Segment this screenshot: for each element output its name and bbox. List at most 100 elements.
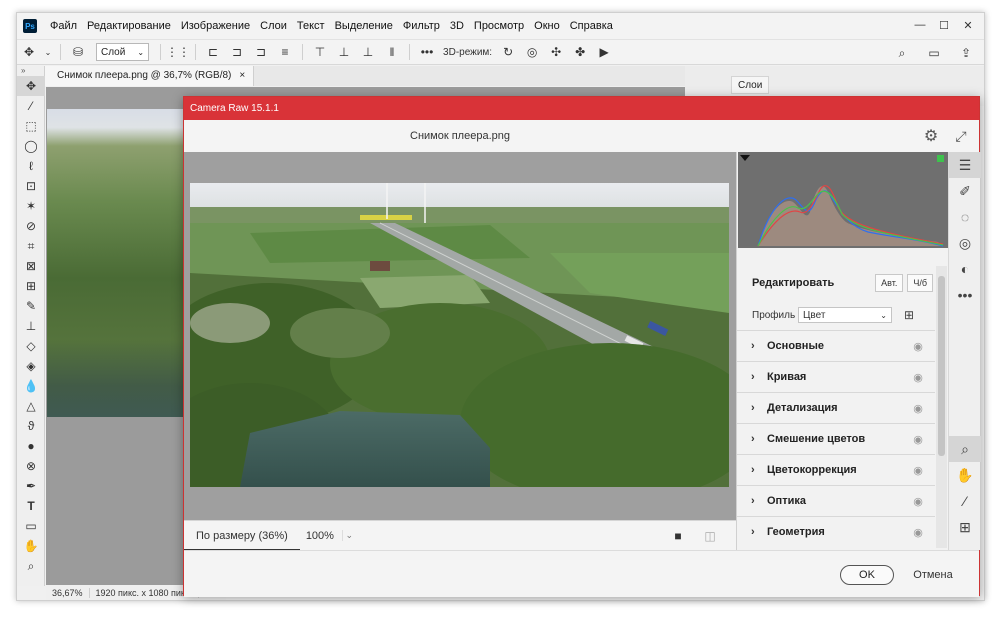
section-geometry[interactable]: › Геометрия ◉ [737,516,935,547]
tab-layers[interactable]: Слои [731,76,770,94]
patch-icon[interactable]: ⊠ [17,256,45,276]
dodge-icon[interactable]: ● [17,436,45,456]
menu-window[interactable]: Окно [529,13,565,39]
scrollbar-thumb[interactable] [938,276,945,456]
chevron-down-icon[interactable]: ⌄ [341,530,356,541]
healing-brush-icon[interactable]: ✐ [949,178,981,204]
brush-icon[interactable]: ✎ [17,296,45,316]
menu-filter[interactable]: Фильтр [398,13,445,39]
profile-select[interactable]: Цвет ⌄ [798,307,892,323]
edit-sliders-icon[interactable]: ☰ [949,152,981,178]
blur-icon[interactable]: 💧 [17,376,45,396]
rectangle-icon[interactable]: ▭ [17,516,45,536]
sampler-icon[interactable]: ⁄ [949,488,981,514]
background-color-icon[interactable]: ■ [670,528,686,544]
orbit-3d-icon[interactable]: ↻ [498,42,518,62]
eye-icon[interactable]: ◉ [909,433,927,446]
drag-3d-icon[interactable]: ✣ [546,42,566,62]
frame-icon[interactable]: ⊞ [17,276,45,296]
slide-3d-icon[interactable]: ✤ [570,42,590,62]
align-middle-icon[interactable]: ⊥ [334,42,354,62]
move-icon[interactable]: ✥ [17,76,45,96]
align-top-icon[interactable]: ⊤ [310,42,330,62]
menu-text[interactable]: Текст [292,13,330,39]
collapse-icon[interactable]: » [17,66,44,76]
menu-help[interactable]: Справка [565,13,618,39]
cancel-button[interactable]: Отмена [906,565,960,585]
eye-icon[interactable]: ◉ [909,495,927,508]
fullscreen-icon[interactable]: ⤢ [951,126,971,146]
layer-select[interactable]: Слой ⌄ [96,43,150,61]
auto-select-icon[interactable]: ⛁ [68,42,88,62]
presets-icon[interactable]: ◐ [949,256,981,282]
section-curve[interactable]: › Кривая ◉ [737,361,935,392]
lasso-icon[interactable]: ℓ [17,156,45,176]
masking-icon[interactable]: ◌ [949,204,981,230]
bw-button[interactable]: Ч/б [907,274,933,292]
more-options-icon[interactable]: ••• [417,42,437,62]
eye-icon[interactable]: ◉ [909,464,927,477]
hand-icon[interactable]: ✋ [17,536,45,556]
search-icon[interactable]: ⌕ [892,43,912,63]
share-icon[interactable]: ⇪ [956,43,976,63]
quick-select-icon[interactable]: ⊘ [17,216,45,236]
chevron-down-icon[interactable]: ⌄ [43,42,53,62]
profile-browser-icon[interactable]: ⊞ [904,308,914,322]
section-color-mixer[interactable]: › Смешение цветов ◉ [737,423,935,454]
type-icon[interactable]: T [17,496,45,516]
smudge-icon[interactable]: ϑ [17,416,45,436]
minimize-button[interactable]: — [910,17,930,33]
grid-icon[interactable]: ⊞ [949,514,981,540]
align-center-icon[interactable]: ⊐ [227,42,247,62]
eye-icon[interactable]: ◉ [909,402,927,415]
eraser-icon[interactable]: ◇ [17,336,45,356]
menu-3d[interactable]: 3D [445,13,469,39]
align-bottom-icon[interactable]: ⊥ [358,42,378,62]
zoom-level[interactable]: 36,67% [46,588,90,598]
menu-select[interactable]: Выделение [330,13,398,39]
align-right-icon[interactable]: ⊐ [251,42,271,62]
magic-wand-icon[interactable]: ✶ [17,196,45,216]
menu-view[interactable]: Просмотр [469,13,529,39]
sponge-icon[interactable]: ⊗ [17,456,45,476]
close-button[interactable]: ✕ [958,17,978,33]
section-detail[interactable]: › Детализация ◉ [737,392,935,423]
object-select-icon[interactable]: ⊡ [17,176,45,196]
gear-icon[interactable]: ⚙ [921,126,941,146]
section-color-grading[interactable]: › Цветокоррекция ◉ [737,454,935,485]
section-optics[interactable]: › Оптика ◉ [737,485,935,516]
eyedropper-icon[interactable]: ⁄ [17,96,45,116]
document-tab[interactable]: Снимок плеера.png @ 36,7% (RGB/8) × [45,66,255,86]
roll-3d-icon[interactable]: ◎ [522,42,542,62]
distribute-icon[interactable]: ≡ [275,42,295,62]
crop-icon[interactable]: ⌗ [17,236,45,256]
maximize-button[interactable]: ☐ [934,17,954,33]
auto-button[interactable]: Авт. [875,274,904,292]
section-basic[interactable]: › Основные ◉ [737,330,935,361]
tab-close-icon[interactable]: × [239,66,245,86]
transform-controls-icon[interactable]: ⋮⋮ [166,42,190,62]
sharpen-icon[interactable]: △ [17,396,45,416]
fit-to-view-button[interactable]: По размеру (36%) [184,521,300,551]
eye-icon[interactable]: ◉ [909,340,927,353]
stamp-icon[interactable]: ⊥ [17,316,45,336]
video-camera-icon[interactable]: ▶ [594,42,614,62]
menu-image[interactable]: Изображение [176,13,255,39]
more-icon[interactable]: ••• [949,282,981,308]
ellipse-marquee-icon[interactable]: ◯ [17,136,45,156]
menu-edit[interactable]: Редактирование [82,13,176,39]
eye-icon[interactable]: ◉ [909,371,927,384]
ok-button[interactable]: OK [840,565,894,585]
eye-icon[interactable]: ◉ [909,526,927,539]
zoom-100-button[interactable]: 100% [306,530,342,542]
hand-icon[interactable]: ✋ [949,462,981,488]
image-preview[interactable] [184,152,736,520]
panel-scrollbar[interactable] [936,266,947,548]
pen-icon[interactable]: ✒ [17,476,45,496]
before-after-icon[interactable]: ◫ [702,528,718,544]
workspace-icon[interactable]: ▭ [924,43,944,63]
zoom-icon[interactable]: ⌕ [949,436,981,462]
align-left-icon[interactable]: ⊏ [203,42,223,62]
paint-bucket-icon[interactable]: ◈ [17,356,45,376]
move-tool-icon[interactable]: ✥ [19,42,39,62]
